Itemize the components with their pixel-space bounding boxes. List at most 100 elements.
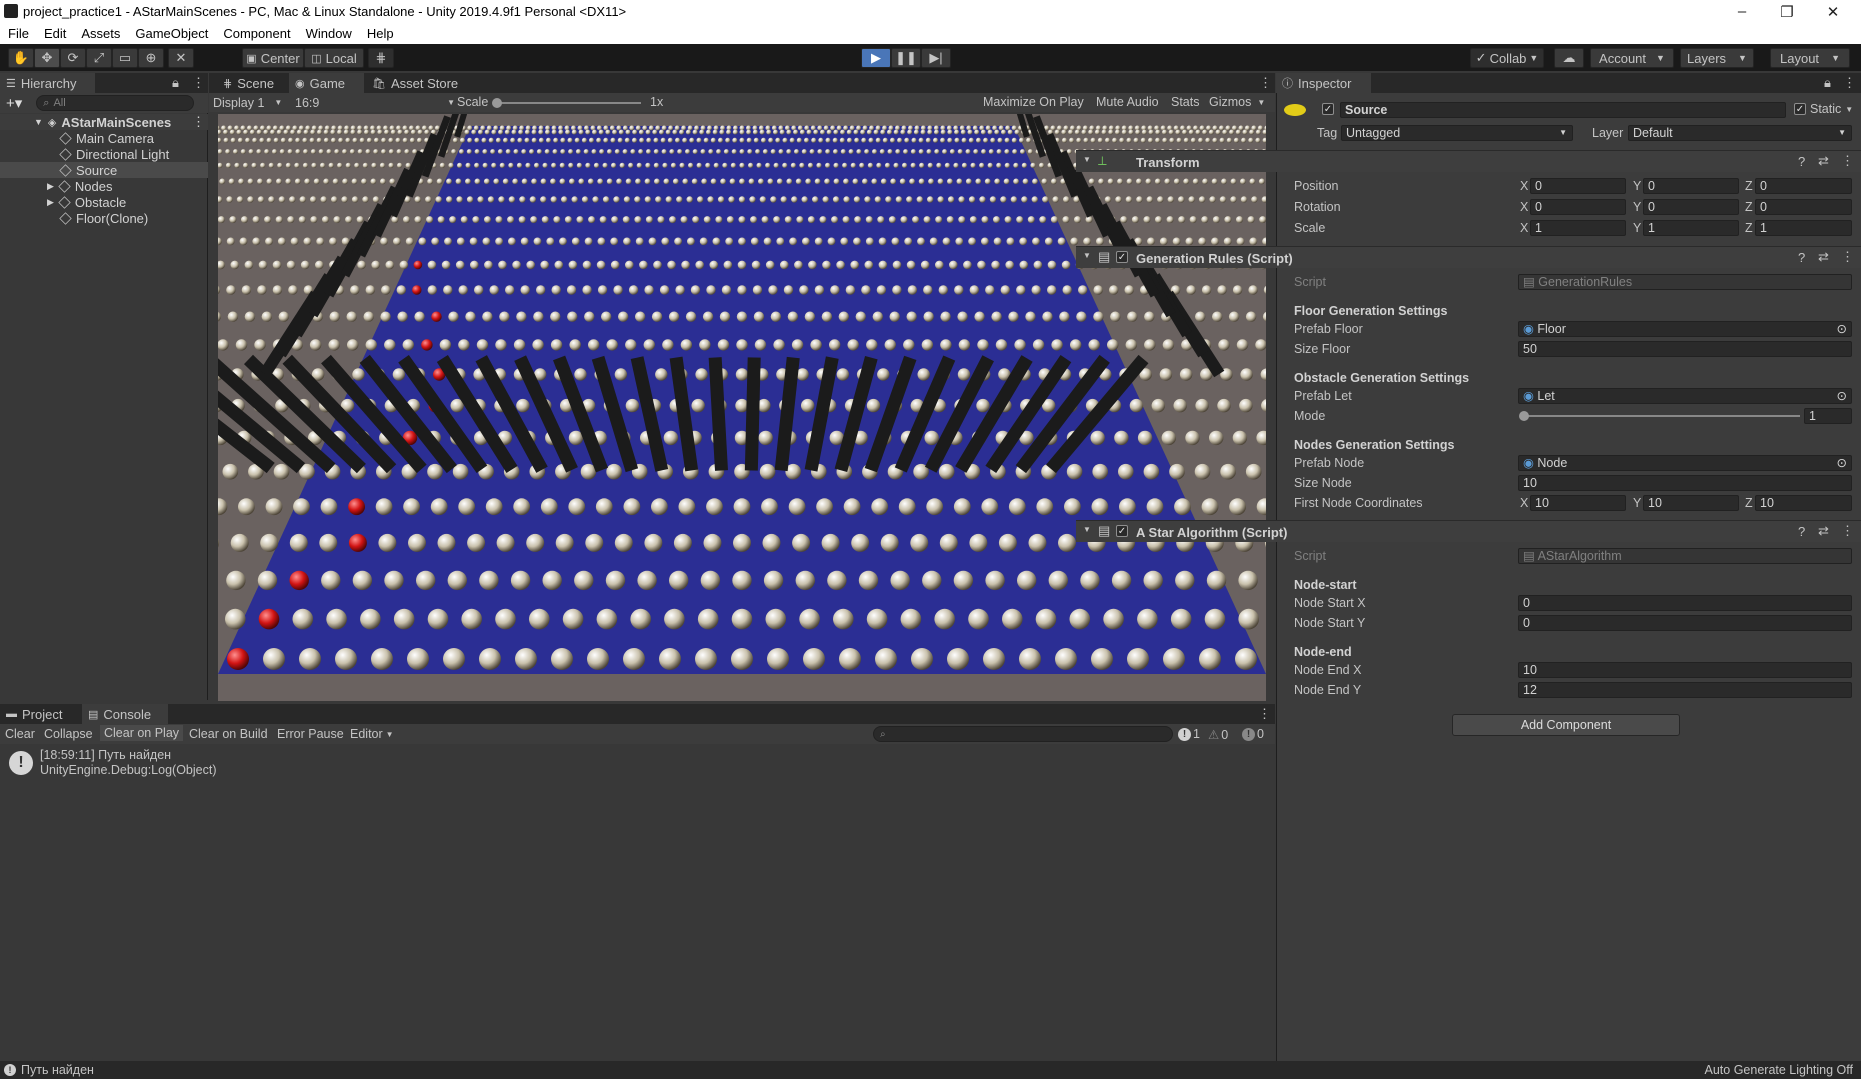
component-menu-icon[interactable]: ⋮ (1841, 523, 1854, 539)
expand-arrow-icon[interactable]: ▼ (34, 117, 43, 127)
object-picker-icon[interactable]: ⊙ (1837, 456, 1847, 470)
panel-menu-icon[interactable]: ⋮ (1259, 75, 1272, 91)
rotate-tool-button[interactable]: ⟳ (60, 48, 86, 68)
play-button[interactable]: ▶ (861, 48, 891, 68)
menu-window[interactable]: Window (306, 26, 352, 41)
log-count-toggle[interactable]: ! 1 (1178, 727, 1200, 741)
position-y-field[interactable]: 0 (1643, 178, 1739, 194)
tag-dropdown[interactable]: Untagged ▼ (1341, 125, 1573, 141)
hierarchy-item-source[interactable]: Source (0, 162, 208, 178)
static-toggle[interactable]: ✓ Static ▼ (1794, 102, 1853, 116)
node-start-x-field[interactable]: 0 (1518, 595, 1852, 611)
hierarchy-item-directional-light[interactable]: Directional Light (59, 146, 169, 162)
account-dropdown[interactable]: Account ▼ (1590, 48, 1674, 68)
help-icon[interactable]: ? (1798, 154, 1805, 169)
layer-dropdown[interactable]: Default ▼ (1628, 125, 1852, 141)
lock-icon[interactable]: 🔒︎ (172, 75, 179, 91)
close-button[interactable]: ✕ (1810, 0, 1856, 23)
hierarchy-item-obstacle[interactable]: ▶ Obstacle (47, 194, 126, 210)
clear-button[interactable]: Clear (5, 727, 35, 741)
layout-dropdown[interactable]: Layout ▼ (1770, 48, 1850, 68)
scale-x-field[interactable]: 1 (1530, 220, 1626, 236)
astar-component-header[interactable]: ▼ ▤ ✓ A Star Algorithm (Script) ? ⇄ ⋮ (1076, 520, 1861, 542)
rotation-x-field[interactable]: 0 (1530, 199, 1626, 215)
mode-slider-thumb[interactable] (1519, 411, 1529, 421)
menu-help[interactable]: Help (367, 26, 394, 41)
tab-game[interactable]: ◉ Game (289, 73, 364, 93)
hierarchy-item-floor-clone[interactable]: Floor(Clone) (59, 210, 148, 226)
error-count-toggle[interactable]: ! 0 (1242, 727, 1264, 741)
prefab-node-field[interactable]: ◉ Node ⊙ (1518, 455, 1852, 471)
scale-slider-thumb[interactable] (492, 98, 502, 108)
step-button[interactable]: ▶| (921, 48, 951, 68)
scale-z-field[interactable]: 1 (1755, 220, 1852, 236)
mode-field[interactable]: 1 (1804, 408, 1852, 424)
transform-component-header[interactable]: ▼ ⟂ Transform ? ⇄ ⋮ (1076, 150, 1861, 172)
rotation-z-field[interactable]: 0 (1755, 199, 1852, 215)
preset-icon[interactable]: ⇄ (1818, 523, 1829, 539)
component-menu-icon[interactable]: ⋮ (1841, 153, 1854, 169)
scale-tool-button[interactable]: ⤢ (86, 48, 112, 68)
panel-menu-icon[interactable]: ⋮ (192, 75, 205, 91)
menu-component[interactable]: Component (223, 26, 290, 41)
menu-gameobject[interactable]: GameObject (135, 26, 208, 41)
error-pause-button[interactable]: Error Pause (277, 727, 344, 741)
tab-hierarchy[interactable]: ☰ Hierarchy (0, 73, 95, 93)
transform-tool-button[interactable]: ⊕ (138, 48, 164, 68)
collapse-button[interactable]: Collapse (44, 727, 93, 741)
size-floor-field[interactable]: 50 (1518, 341, 1852, 357)
node-end-y-field[interactable]: 12 (1518, 682, 1852, 698)
custom-tool-button[interactable]: ✕ (168, 48, 194, 68)
hierarchy-search-input[interactable]: ⌕ All (36, 95, 195, 111)
pause-button[interactable]: ❚❚ (891, 48, 921, 68)
node-end-x-field[interactable]: 10 (1518, 662, 1852, 678)
lock-icon[interactable]: 🔒︎ (1824, 75, 1831, 91)
foldout-arrow-icon[interactable]: ▼ (1083, 155, 1091, 164)
scale-y-field[interactable]: 1 (1643, 220, 1739, 236)
cloud-button[interactable]: ☁ (1554, 48, 1584, 68)
position-x-field[interactable]: 0 (1530, 178, 1626, 194)
prefab-let-field[interactable]: ◉ Let ⊙ (1518, 388, 1852, 404)
menu-assets[interactable]: Assets (81, 26, 120, 41)
position-z-field[interactable]: 0 (1755, 178, 1852, 194)
object-name-field[interactable]: Source (1340, 102, 1786, 118)
enabled-checkbox[interactable]: ✓ (1116, 251, 1128, 263)
panel-menu-icon[interactable]: ⋮ (1258, 706, 1271, 722)
panel-menu-icon[interactable]: ⋮ (1843, 75, 1856, 91)
maximize-button[interactable]: ❐ (1764, 0, 1810, 23)
aspect-dropdown[interactable]: 16:9 ▼ (295, 94, 455, 111)
static-checkbox[interactable]: ✓ (1794, 103, 1806, 115)
foldout-arrow-icon[interactable]: ▼ (1083, 251, 1091, 260)
scene-menu-icon[interactable]: ⋮ (192, 114, 205, 130)
enabled-checkbox[interactable]: ✓ (1116, 525, 1128, 537)
add-component-button[interactable]: Add Component (1452, 714, 1680, 736)
help-icon[interactable]: ? (1798, 250, 1805, 265)
layers-dropdown[interactable]: Layers ▼ (1680, 48, 1754, 68)
clear-on-build-button[interactable]: Clear on Build (189, 727, 268, 741)
console-search-input[interactable]: ⌕ (873, 726, 1173, 742)
preset-icon[interactable]: ⇄ (1818, 153, 1829, 169)
generation-rules-component-header[interactable]: ▼ ▤ ✓ Generation Rules (Script) ? ⇄ ⋮ (1076, 246, 1861, 268)
game-render-view[interactable] (218, 114, 1266, 701)
help-icon[interactable]: ? (1798, 524, 1805, 539)
first-node-z-field[interactable]: 10 (1755, 495, 1852, 511)
tab-console[interactable]: ▤ Console (82, 704, 168, 724)
scale-slider[interactable] (492, 98, 641, 108)
editor-dropdown[interactable]: Editor ▼ (350, 727, 394, 741)
preset-icon[interactable]: ⇄ (1818, 249, 1829, 265)
first-node-x-field[interactable]: 10 (1530, 495, 1626, 511)
clear-on-play-button[interactable]: Clear on Play (100, 725, 184, 741)
mode-slider[interactable] (1519, 411, 1800, 421)
display-dropdown[interactable]: Display 1 ▼ (213, 94, 285, 111)
tab-scene[interactable]: ⋕ Scene (217, 73, 287, 93)
expand-arrow-icon[interactable]: ▶ (47, 197, 54, 208)
tab-inspector[interactable]: ⓘ Inspector (1276, 73, 1371, 93)
pivot-center-button[interactable]: ▣ Center (242, 48, 304, 68)
auto-lighting-status[interactable]: Auto Generate Lighting Off (1705, 1063, 1853, 1077)
hierarchy-item-nodes[interactable]: ▶ Nodes (47, 178, 113, 194)
stats-toggle[interactable]: Stats (1171, 95, 1200, 109)
gizmos-dropdown[interactable]: Gizmos ▼ (1209, 95, 1265, 109)
grid-snap-button[interactable]: ⋕ (368, 48, 394, 68)
object-picker-icon[interactable]: ⊙ (1837, 389, 1847, 403)
object-picker-icon[interactable]: ⊙ (1837, 322, 1847, 336)
